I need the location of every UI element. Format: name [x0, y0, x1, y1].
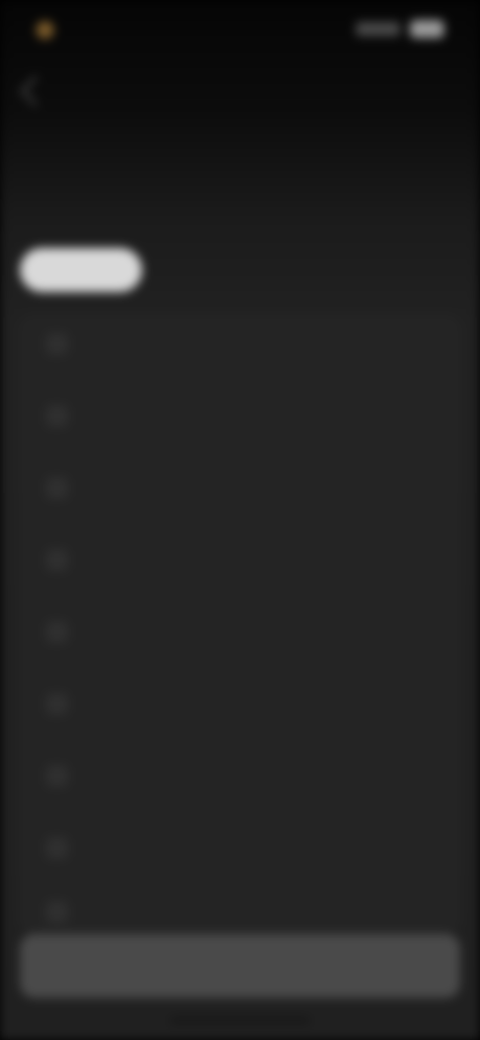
app-screen	[0, 0, 480, 1040]
list-item[interactable]	[18, 390, 462, 442]
tab-second[interactable]	[156, 248, 264, 292]
list-item-icon	[46, 693, 68, 715]
list-item[interactable]	[18, 462, 462, 514]
section-label	[22, 194, 29, 222]
list-item-label	[94, 404, 100, 427]
list-item-icon	[46, 837, 68, 859]
list-item-icon	[46, 621, 68, 643]
list-item-label	[94, 764, 100, 787]
list-item[interactable]	[18, 886, 462, 938]
status-time	[64, 18, 70, 41]
list-item-label	[94, 692, 100, 715]
list-item-icon	[46, 477, 68, 499]
list-item-label	[94, 900, 100, 923]
bottom-action-bar	[20, 934, 460, 998]
status-left	[36, 18, 70, 41]
list-item-label	[94, 548, 100, 571]
notification-dot-icon	[36, 20, 54, 39]
home-indicator	[170, 1018, 310, 1023]
list-item[interactable]	[18, 318, 462, 370]
list-item-icon	[46, 405, 68, 427]
chevron-left-icon[interactable]	[19, 75, 51, 107]
section-header	[22, 194, 466, 228]
tab-bar	[20, 248, 264, 292]
list-item-icon	[46, 765, 68, 787]
list-item-label	[94, 836, 100, 859]
nav-bar	[19, 75, 460, 112]
battery-icon	[410, 20, 444, 38]
list-item-label	[94, 476, 100, 499]
list-item[interactable]	[18, 534, 462, 586]
list-item[interactable]	[18, 606, 462, 658]
list-item-label	[94, 620, 100, 643]
signal-icon	[356, 22, 400, 36]
primary-action-button[interactable]	[20, 934, 460, 998]
list-item-label	[94, 332, 100, 355]
section-action-link[interactable]	[460, 196, 466, 219]
tab-first[interactable]	[20, 248, 142, 292]
list-item[interactable]	[18, 678, 462, 730]
status-bar	[0, 0, 480, 60]
list-item[interactable]	[18, 750, 462, 802]
list-card	[18, 314, 462, 934]
list-item-icon	[46, 549, 68, 571]
list-item[interactable]	[18, 822, 462, 874]
page-title	[24, 130, 31, 161]
list-item-icon	[46, 901, 68, 923]
list-item-icon	[46, 333, 68, 355]
status-right	[356, 20, 444, 38]
